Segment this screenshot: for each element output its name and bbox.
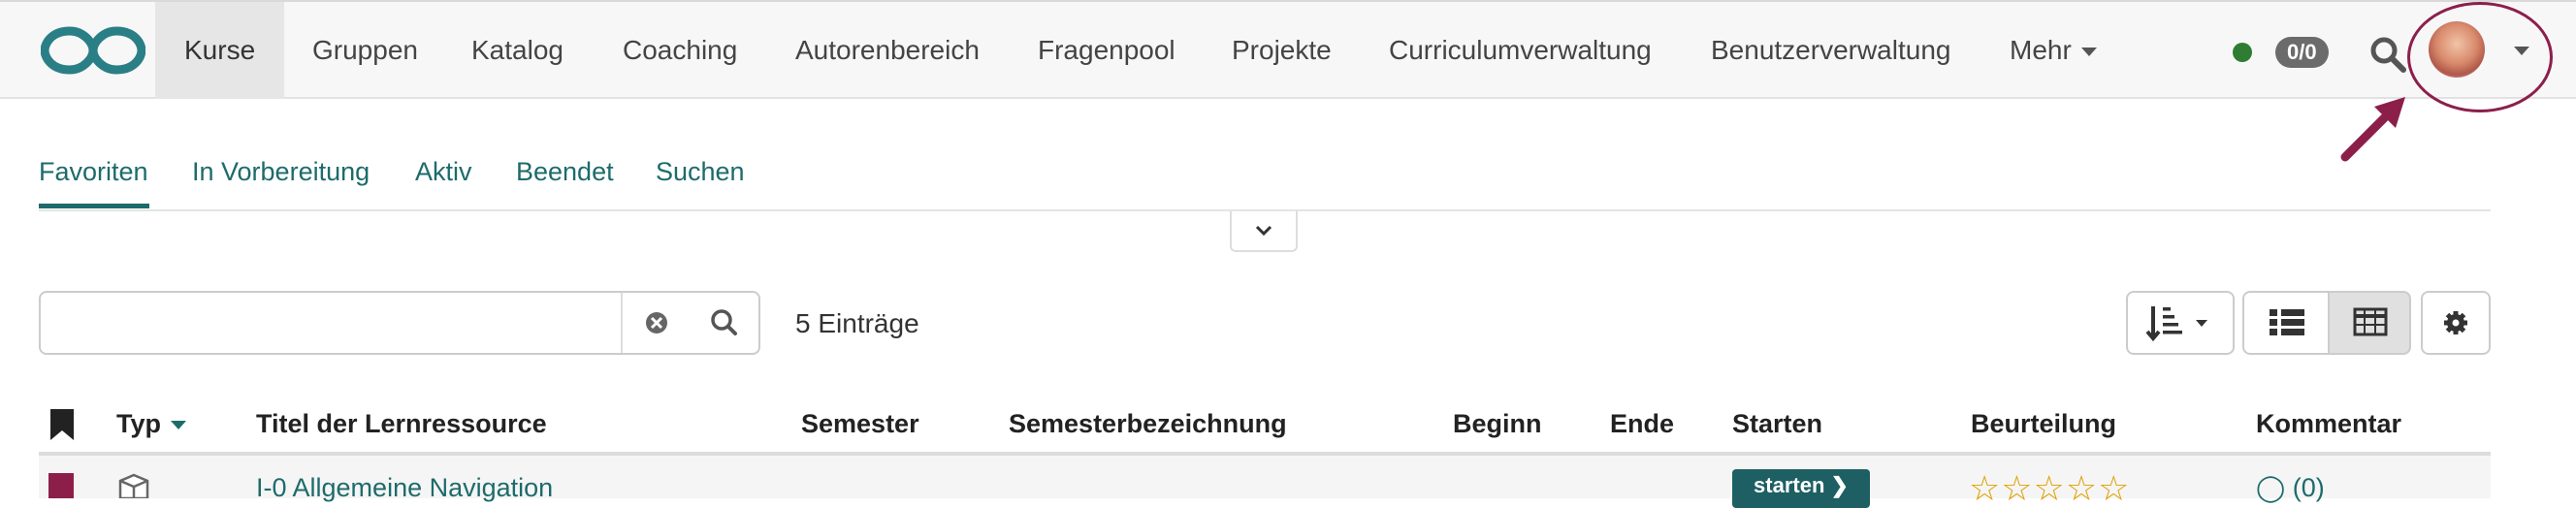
- comments-link[interactable]: ◯ (0): [2256, 473, 2325, 503]
- tab-favoriten[interactable]: Favoriten: [39, 157, 148, 187]
- collapse-toggle-button[interactable]: [1230, 211, 1298, 252]
- col-header-typ-label: Typ: [116, 409, 161, 438]
- table-view-button[interactable]: [2328, 291, 2411, 355]
- entries-count: 5 Einträge: [795, 308, 919, 338]
- col-header-semesterbezeichnung[interactable]: Semesterbezeichnung: [1009, 409, 1287, 439]
- top-navbar: Kurse Gruppen Katalog Coaching Autorenbe…: [0, 0, 2576, 99]
- bookmark-icon[interactable]: [48, 473, 74, 498]
- bookmark-icon[interactable]: [48, 409, 76, 440]
- openolat-logo-icon[interactable]: [41, 21, 145, 79]
- col-header-beginn[interactable]: Beginn: [1453, 409, 1542, 439]
- nav-mehr-label: Mehr: [2010, 35, 2072, 65]
- notification-badge[interactable]: 0/0: [2275, 37, 2329, 68]
- gear-icon: [2444, 311, 2467, 334]
- search-icon[interactable]: [691, 293, 758, 353]
- online-status-icon: [2233, 43, 2252, 62]
- search-box: [39, 291, 760, 355]
- nav-benutzerverwaltung[interactable]: Benutzerverwaltung: [1682, 2, 1980, 99]
- col-header-kommentar[interactable]: Kommentar: [2256, 409, 2401, 439]
- col-header-beurteilung[interactable]: Beurteilung: [1971, 409, 2116, 439]
- col-header-typ[interactable]: Typ: [116, 409, 186, 439]
- list-icon: [2270, 309, 2304, 335]
- course-cube-icon: [118, 473, 149, 498]
- nav-mehr-dropdown[interactable]: Mehr: [1980, 2, 2126, 99]
- tab-beendet[interactable]: Beendet: [516, 157, 614, 187]
- settings-button[interactable]: [2421, 291, 2491, 355]
- chevron-down-icon: [1255, 225, 1272, 237]
- col-header-titel[interactable]: Titel der Lernressource: [256, 409, 547, 439]
- nav-coaching[interactable]: Coaching: [594, 2, 766, 99]
- tab-suchen[interactable]: Suchen: [656, 157, 745, 187]
- table-icon: [2353, 307, 2388, 336]
- rating-stars[interactable]: ☆☆☆☆☆: [1969, 469, 2130, 508]
- tab-aktiv[interactable]: Aktiv: [415, 157, 472, 187]
- start-button-label: starten: [1754, 473, 1825, 497]
- search-input[interactable]: [41, 293, 619, 353]
- tab-in-vorbereitung[interactable]: In Vorbereitung: [192, 157, 370, 187]
- nav-autorenbereich[interactable]: Autorenbereich: [766, 2, 1009, 99]
- nav-curriculumverwaltung[interactable]: Curriculumverwaltung: [1360, 2, 1681, 99]
- resource-title-link[interactable]: I-0 Allgemeine Navigation: [256, 473, 553, 503]
- sort-icon: [2145, 306, 2207, 342]
- nav-kurse[interactable]: Kurse: [155, 2, 285, 99]
- nav-projekte[interactable]: Projekte: [1203, 2, 1361, 99]
- col-header-ende[interactable]: Ende: [1610, 409, 1674, 439]
- chevron-down-icon: [2080, 48, 2097, 57]
- list-view-button[interactable]: [2242, 291, 2330, 355]
- col-header-starten: Starten: [1732, 409, 1823, 438]
- clear-search-icon[interactable]: [623, 293, 691, 353]
- nav-katalog[interactable]: Katalog: [442, 2, 593, 99]
- sort-desc-icon: [171, 421, 186, 430]
- nav-fragenpool[interactable]: Fragenpool: [1009, 2, 1205, 99]
- chevron-down-icon[interactable]: [2514, 47, 2529, 55]
- col-header-semester[interactable]: Semester: [801, 409, 919, 439]
- search-icon[interactable]: [2368, 35, 2407, 74]
- user-avatar[interactable]: [2429, 21, 2485, 78]
- sort-button[interactable]: [2126, 291, 2235, 355]
- active-tab-indicator: [39, 204, 149, 208]
- nav-gruppen[interactable]: Gruppen: [283, 2, 447, 99]
- start-button[interactable]: starten ❯: [1732, 469, 1870, 508]
- arrow-pointer-icon: [2340, 97, 2405, 162]
